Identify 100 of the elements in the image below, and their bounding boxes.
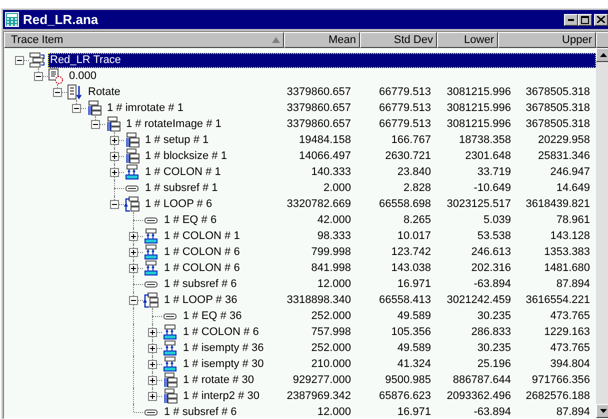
column-header[interactable]: Lower	[437, 32, 498, 48]
tree-item-label[interactable]: Red_LR Trace	[48, 53, 123, 67]
table-cell-text: 971766.356	[530, 374, 590, 386]
scroll-down-icon	[600, 409, 606, 413]
close-icon	[597, 16, 605, 23]
tree-item-label[interactable]: 0.000	[67, 69, 99, 83]
tree-item-label[interactable]: 1 # subsref # 6	[162, 277, 239, 291]
table-cell-text: 66779.513	[378, 86, 431, 98]
table-cell-text: 25.196	[476, 358, 511, 370]
tree-item-label[interactable]: 1 # EQ # 6	[162, 213, 219, 227]
table-cell-text: 25831.346	[537, 150, 590, 162]
window-title: Red_LR.ana	[23, 12, 100, 27]
table-cell-text: 66779.513	[378, 102, 431, 114]
tree-item-label[interactable]: 1 # rotate # 30	[181, 373, 256, 387]
table-cell-text: 12.000	[316, 278, 351, 290]
stacked-bars-icon	[86, 100, 102, 116]
tree-item-label[interactable]: 1 # setup # 1	[143, 133, 211, 147]
collapse-toggle[interactable]	[34, 72, 43, 81]
tree-item-label[interactable]: 1 # subsref # 6	[162, 405, 239, 418]
table-cell-text: 3379860.657	[286, 102, 351, 114]
column-header[interactable]: Std Dev	[360, 32, 437, 48]
minus-icon	[36, 74, 41, 79]
table-cell-text: 105.356	[390, 326, 431, 338]
expand-toggle[interactable]	[129, 264, 138, 273]
table-cell-text: 143.128	[549, 230, 590, 242]
tree-item-label[interactable]: 1 # COLON # 1	[143, 165, 223, 179]
stacked-bars-icon	[124, 132, 140, 148]
scrollbar[interactable]	[596, 48, 608, 418]
stacked-bars-icon	[124, 148, 140, 164]
column-header[interactable]: Trace Item	[4, 32, 284, 48]
tree-item-label[interactable]: 1 # LOOP # 6	[143, 197, 214, 211]
table-cell-text: 18738.358	[458, 134, 511, 146]
expand-toggle[interactable]	[110, 152, 119, 161]
table-cell-text: 66558.698	[378, 198, 431, 210]
selected-row-highlight[interactable]: Red_LR Trace	[48, 52, 596, 68]
table-cell-text: 53.538	[476, 230, 511, 242]
table-cell-text: 42.000	[316, 214, 351, 226]
tree-item-label[interactable]: Rotate	[86, 85, 122, 99]
table-cell-text: 87.894	[555, 278, 590, 290]
tree-item-label[interactable]: 1 # COLON # 6	[162, 261, 242, 275]
table-cell-text: 3318898.340	[286, 294, 351, 306]
table-cell-text: 286.833	[470, 326, 511, 338]
expand-toggle[interactable]	[148, 392, 157, 401]
expand-toggle[interactable]	[148, 360, 157, 369]
table-cell-text: 3081215.996	[446, 102, 511, 114]
close-button[interactable]	[594, 14, 608, 26]
table-cell-text: 8.265	[402, 214, 431, 226]
tree-item-label[interactable]: 1 # LOOP # 36	[162, 293, 240, 307]
table-cell-text: 19484.158	[298, 134, 351, 146]
document-clock-icon	[48, 68, 64, 84]
table-cell-text: 20229.958	[537, 134, 590, 146]
table-cell-text: 66779.513	[378, 118, 431, 130]
tree-item-label[interactable]: 1 # isempty # 36	[181, 341, 266, 355]
tree-item-label[interactable]: 1 # imrotate # 1	[105, 101, 186, 115]
tree-item-label[interactable]: 1 # EQ # 36	[181, 309, 244, 323]
table-cell-text: 12.000	[316, 406, 351, 418]
table-cell-text: 30.235	[476, 310, 511, 322]
collapse-toggle[interactable]	[129, 296, 138, 305]
collapse-toggle[interactable]	[53, 88, 62, 97]
column-header[interactable]: Mean	[284, 32, 360, 48]
table-cell-text: 473.765	[549, 342, 590, 354]
tree-item-label[interactable]: 1 # interp2 # 30	[181, 389, 262, 403]
minus-icon	[55, 90, 60, 95]
table-cell-text: 3081215.996	[446, 118, 511, 130]
collapse-toggle[interactable]	[72, 104, 81, 113]
collapse-toggle[interactable]	[91, 120, 100, 129]
column-header[interactable]: Upper	[498, 32, 596, 48]
maximize-button[interactable]	[578, 14, 592, 26]
tree-item-label[interactable]: 1 # subsref # 1	[143, 181, 220, 195]
plus-icon	[150, 394, 155, 399]
plus-icon	[112, 170, 117, 175]
table-cell-text: 2.000	[322, 182, 351, 194]
table-cell-text: 16.971	[396, 278, 431, 290]
expand-toggle[interactable]	[148, 376, 157, 385]
plus-icon	[112, 154, 117, 159]
tree-item-label[interactable]: 1 # COLON # 1	[162, 229, 242, 243]
tree-item-label[interactable]: 1 # blocksize # 1	[143, 149, 229, 163]
tree-item-label[interactable]: 1 # COLON # 6	[181, 325, 261, 339]
expand-toggle[interactable]	[110, 168, 119, 177]
table-cell-text: 929277.000	[292, 374, 351, 386]
plus-icon	[131, 234, 136, 239]
expand-toggle[interactable]	[129, 232, 138, 241]
expand-toggle[interactable]	[148, 344, 157, 353]
table-cell-text: 30.235	[476, 342, 511, 354]
tree-item-label[interactable]: 1 # COLON # 6	[162, 245, 242, 259]
tree-item-label[interactable]: 1 # isempty # 30	[181, 357, 266, 371]
minus-icon	[93, 122, 98, 127]
tree-item-label[interactable]: 1 # rotateImage # 1	[124, 117, 224, 131]
expand-toggle[interactable]	[129, 248, 138, 257]
minus-icon	[112, 202, 117, 207]
minimize-button[interactable]	[564, 14, 578, 26]
expand-toggle[interactable]	[148, 328, 157, 337]
stack-arrows-icon	[162, 340, 178, 356]
table-cell-text: 246.947	[549, 166, 590, 178]
table-cell-text: 757.998	[310, 326, 351, 338]
collapse-toggle[interactable]	[110, 200, 119, 209]
collapse-toggle[interactable]	[15, 56, 24, 65]
loop-icon	[124, 196, 140, 212]
table-cell-text: 65876.623	[378, 390, 431, 402]
expand-toggle[interactable]	[110, 136, 119, 145]
